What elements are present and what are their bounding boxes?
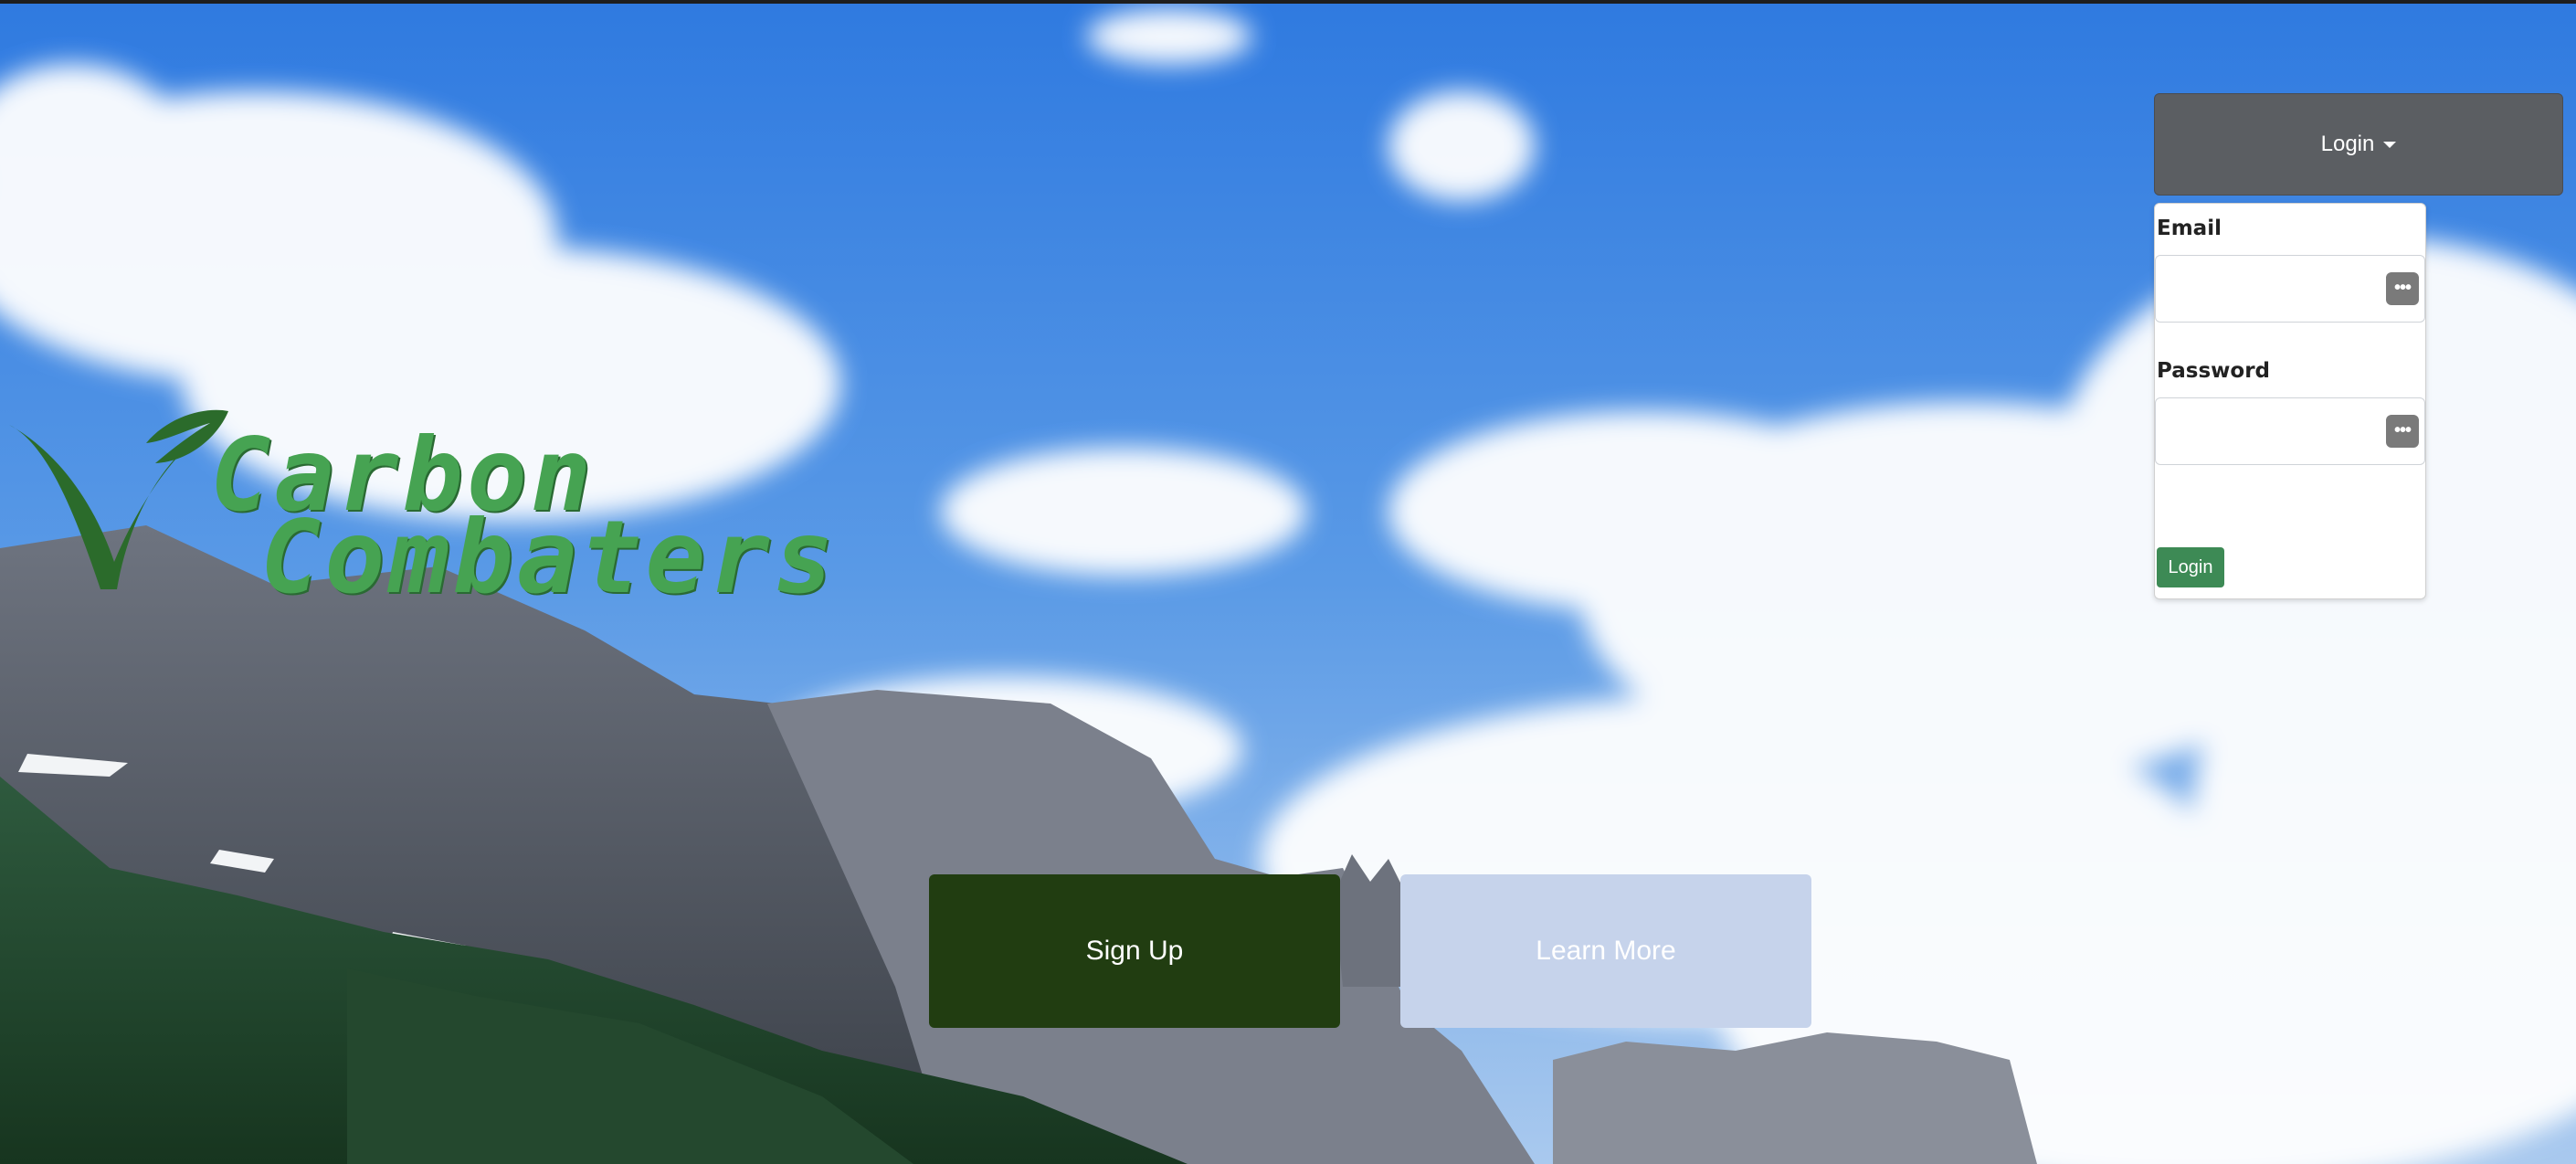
sign-up-button[interactable]: Sign Up: [929, 874, 1340, 1028]
password-manager-icon[interactable]: •••: [2386, 272, 2419, 305]
caret-down-icon: [2383, 141, 2397, 148]
leaf-checkmark-icon: [9, 409, 228, 589]
login-submit-button[interactable]: Login: [2157, 547, 2224, 587]
top-border: [0, 0, 2576, 4]
email-label: Email: [2157, 217, 2222, 240]
email-field-wrapper: •••: [2155, 255, 2425, 323]
brand-logo: Carbon Combaters: [9, 407, 1014, 608]
password-field[interactable]: [2156, 398, 2388, 462]
password-field-wrapper: •••: [2155, 397, 2425, 465]
login-dropdown-toggle[interactable]: Login: [2154, 93, 2563, 196]
email-field[interactable]: [2156, 256, 2388, 320]
password-label: Password: [2157, 359, 2270, 383]
learn-more-button[interactable]: Learn More: [1400, 874, 1811, 1028]
brand-name-line2: Combaters: [260, 499, 839, 616]
password-manager-icon[interactable]: •••: [2386, 415, 2419, 448]
login-toggle-label: Login: [2320, 132, 2375, 156]
login-dropdown-menu: Email ••• Password ••• Login: [2154, 203, 2426, 599]
